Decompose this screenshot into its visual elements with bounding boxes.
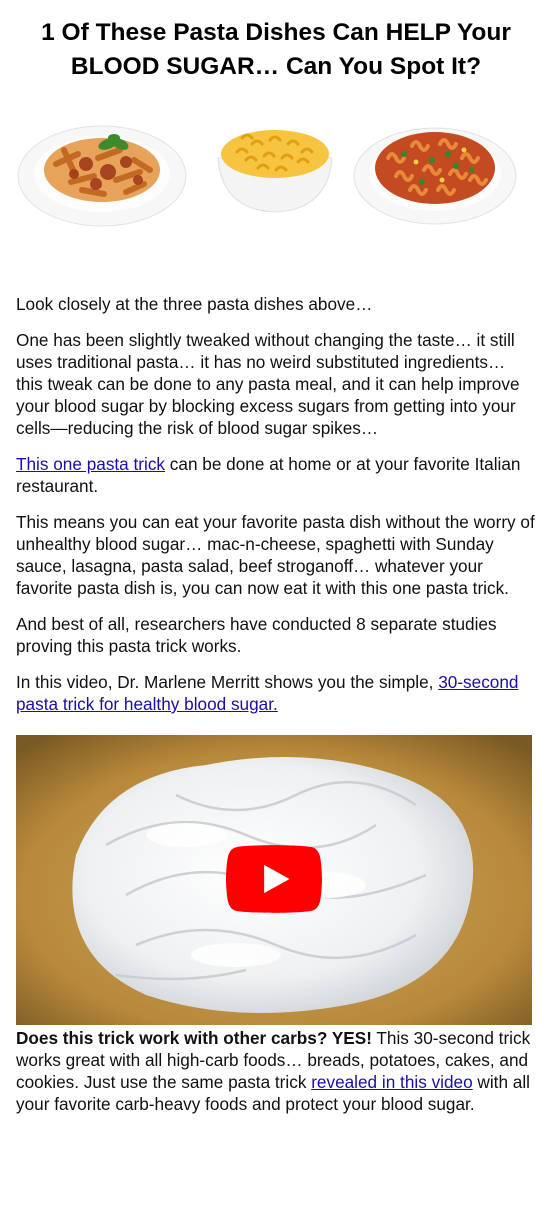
video-intro-text: In this video, Dr. Marlene Merritt shows… [16,672,439,692]
revealed-video-link[interactable]: revealed in this video [311,1072,472,1092]
youtube-play-icon[interactable] [226,845,322,913]
video-player[interactable] [16,735,532,1025]
pasta-trick-link[interactable]: This one pasta trick [16,454,165,474]
paragraph-favorites: This means you can eat your favorite pas… [16,512,535,598]
fusilli-vegetable-plate [353,127,517,225]
paragraph-trick: This one pasta trick can be done at home… [16,453,536,497]
paragraph-intro: Look closely at the three pasta dishes a… [16,294,373,314]
paragraph-video-intro: In this video, Dr. Marlene Merritt shows… [16,671,536,715]
article: 1 Of These Pasta Dishes Can HELP Your BL… [0,16,552,1115]
other-carbs-question: Does this trick work with other carbs? Y… [16,1028,372,1048]
mac-n-cheese-bowl [217,130,333,213]
headline: 1 Of These Pasta Dishes Can HELP Your BL… [41,19,511,80]
paragraph-tweak: One has been slightly tweaked without ch… [16,330,520,438]
penne-bolognese-plate [17,125,187,227]
paragraph-studies: And best of all, researchers have conduc… [16,614,497,656]
paragraph-other-carbs: Does this trick work with other carbs? Y… [16,1027,536,1115]
pasta-dishes-row [16,114,536,264]
